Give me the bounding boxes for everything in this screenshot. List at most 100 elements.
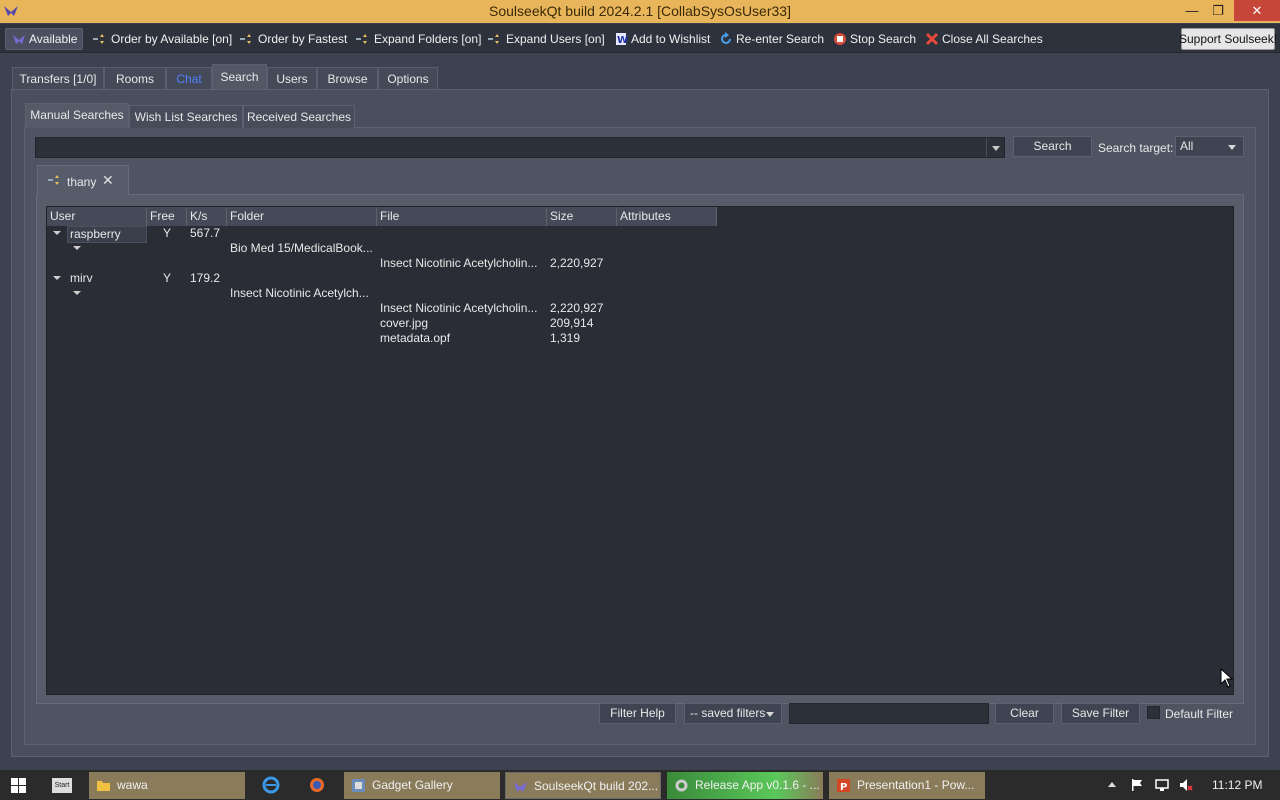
- search-target-label: Search target:: [1098, 141, 1174, 155]
- tab-manual-searches[interactable]: Manual Searches: [25, 103, 129, 128]
- collapse-folder-icon[interactable]: [73, 291, 81, 295]
- file-cell[interactable]: cover.jpg: [380, 316, 428, 331]
- filter-input[interactable]: [789, 703, 989, 724]
- taskbar-item-label: Gadget Gallery: [372, 778, 453, 792]
- taskbar-item-label: SoulseekQt build 202...: [534, 779, 659, 793]
- close-x-icon: [925, 32, 939, 46]
- taskbar: Start wawa Gadget Gallery SoulseekQt bui…: [0, 770, 1280, 800]
- collapse-user-icon[interactable]: [53, 276, 61, 280]
- folder-icon: [97, 781, 110, 791]
- collapse-user-icon[interactable]: [53, 231, 61, 235]
- firefox-icon[interactable]: [308, 776, 326, 794]
- file-cell[interactable]: Insect Nicotinic Acetylcholin...: [380, 256, 537, 271]
- order-by-fastest-button[interactable]: Order by Fastest: [239, 28, 347, 50]
- taskbar-item-label: wawa: [117, 778, 148, 792]
- taskbar-item-powerpoint[interactable]: P Presentation1 - Pow...: [829, 772, 985, 799]
- col-attributes[interactable]: Attributes: [617, 207, 717, 226]
- clear-filter-button[interactable]: Clear: [995, 703, 1054, 724]
- search-result-icon: [48, 175, 59, 185]
- tab-transfers[interactable]: Transfers [1/0]: [12, 67, 104, 89]
- taskbar-item-wawa[interactable]: wawa: [89, 772, 245, 799]
- window-title: SoulseekQt build 2024.2.1 [CollabSysOsUs…: [489, 3, 791, 19]
- support-soulseek-button[interactable]: Support Soulseek!: [1179, 28, 1277, 50]
- taskbar-item-release-app[interactable]: Release App v0.1.6 - ...: [667, 772, 823, 799]
- search-button[interactable]: Search: [1013, 136, 1092, 157]
- col-folder[interactable]: Folder: [227, 207, 377, 226]
- taskbar-clock[interactable]: 11:12 PM: [1212, 778, 1262, 792]
- stop-search-button[interactable]: Stop Search: [833, 28, 916, 50]
- saved-filters-select[interactable]: -- saved filters: [684, 703, 782, 724]
- expand-users-button[interactable]: Expand Users [on]: [487, 28, 605, 50]
- tab-browse[interactable]: Browse: [317, 67, 378, 89]
- refresh-icon: [721, 32, 731, 44]
- close-all-searches-button[interactable]: Close All Searches: [925, 28, 1043, 50]
- close-all-searches-label: Close All Searches: [942, 32, 1043, 46]
- powerpoint-icon: P: [837, 779, 850, 793]
- tab-options[interactable]: Options: [378, 67, 438, 89]
- search-input[interactable]: [35, 137, 1005, 158]
- taskbar-item-soulseek[interactable]: SoulseekQt build 202...: [505, 772, 661, 799]
- restore-button[interactable]: ❐: [1204, 0, 1232, 21]
- expand-folders-label: Expand Folders [on]: [374, 32, 482, 46]
- bird-icon: [13, 35, 25, 44]
- soulseek-bird-icon: [514, 782, 527, 792]
- default-filter-checkbox[interactable]: [1147, 706, 1160, 719]
- expand-users-label: Expand Users [on]: [506, 32, 605, 46]
- collapse-folder-icon[interactable]: [73, 246, 81, 250]
- add-to-wishlist-button[interactable]: W Add to Wishlist: [614, 28, 710, 50]
- user-cell[interactable]: raspberry: [67, 226, 147, 243]
- col-user[interactable]: User: [47, 207, 147, 226]
- sort-arrows-icon: [240, 34, 251, 44]
- network-icon[interactable]: [1155, 778, 1169, 792]
- col-size[interactable]: Size: [547, 207, 617, 226]
- toolbar: Available Order by Available [on] Order …: [0, 24, 1280, 53]
- volume-muted-icon[interactable]: [1179, 778, 1193, 792]
- available-button[interactable]: Available: [5, 28, 83, 50]
- tab-users[interactable]: Users: [267, 67, 317, 89]
- gadget-icon: [352, 779, 365, 792]
- flag-icon[interactable]: [1130, 778, 1144, 792]
- search-target-select[interactable]: All: [1175, 136, 1244, 157]
- tab-received-searches[interactable]: Received Searches: [243, 105, 355, 128]
- order-by-fastest-label: Order by Fastest: [258, 32, 348, 46]
- folder-cell[interactable]: Insect Nicotinic Acetylch...: [230, 286, 369, 301]
- table-header: User Free K/s Folder File Size Attribute…: [47, 207, 717, 226]
- folder-cell[interactable]: Bio Med 15/MedicalBook...: [230, 241, 373, 256]
- taskbar-item-gadget-gallery[interactable]: Gadget Gallery: [344, 772, 500, 799]
- close-tab-icon[interactable]: ✕: [102, 172, 114, 189]
- user-cell[interactable]: mirv: [70, 271, 93, 286]
- reenter-search-button[interactable]: Re-enter Search: [719, 28, 824, 50]
- tab-search[interactable]: Search: [212, 64, 267, 89]
- reenter-search-label: Re-enter Search: [736, 32, 825, 46]
- tab-rooms[interactable]: Rooms: [104, 67, 166, 89]
- filter-help-button[interactable]: Filter Help: [599, 703, 676, 724]
- tab-wish-list-searches[interactable]: Wish List Searches: [129, 105, 243, 128]
- close-window-button[interactable]: ✕: [1234, 0, 1280, 21]
- order-by-available-button[interactable]: Order by Available [on]: [92, 28, 232, 50]
- file-cell[interactable]: Insect Nicotinic Acetylcholin...: [380, 301, 537, 316]
- size-cell: 2,220,927: [550, 256, 604, 270]
- windows-logo-icon[interactable]: [11, 778, 26, 793]
- search-history-dropdown[interactable]: [986, 138, 1004, 157]
- taskbar-item-label: Release App v0.1.6 - ...: [695, 778, 820, 792]
- result-tab-thany[interactable]: thany ✕: [37, 165, 129, 195]
- internet-explorer-icon[interactable]: [262, 776, 280, 794]
- minimize-button[interactable]: —: [1178, 0, 1206, 21]
- expand-folders-button[interactable]: Expand Folders [on]: [355, 28, 481, 50]
- tab-chat[interactable]: Chat: [166, 67, 212, 89]
- show-hidden-icons-icon[interactable]: [1108, 782, 1116, 787]
- col-free[interactable]: Free: [147, 207, 187, 226]
- add-to-wishlist-label: Add to Wishlist: [631, 32, 711, 46]
- stop-icon: [834, 33, 846, 45]
- start-button[interactable]: Start: [52, 778, 72, 793]
- stop-search-label: Stop Search: [850, 32, 917, 46]
- result-tab-label: thany: [67, 175, 97, 189]
- col-speed[interactable]: K/s: [187, 207, 227, 226]
- file-cell[interactable]: metadata.opf: [380, 331, 450, 346]
- size-cell: 2,220,927: [550, 301, 604, 315]
- save-filter-button[interactable]: Save Filter: [1061, 703, 1140, 724]
- col-file[interactable]: File: [377, 207, 547, 226]
- size-cell: 1,319: [550, 331, 581, 345]
- order-by-available-label: Order by Available [on]: [111, 32, 233, 46]
- free-cell: Y: [163, 226, 172, 240]
